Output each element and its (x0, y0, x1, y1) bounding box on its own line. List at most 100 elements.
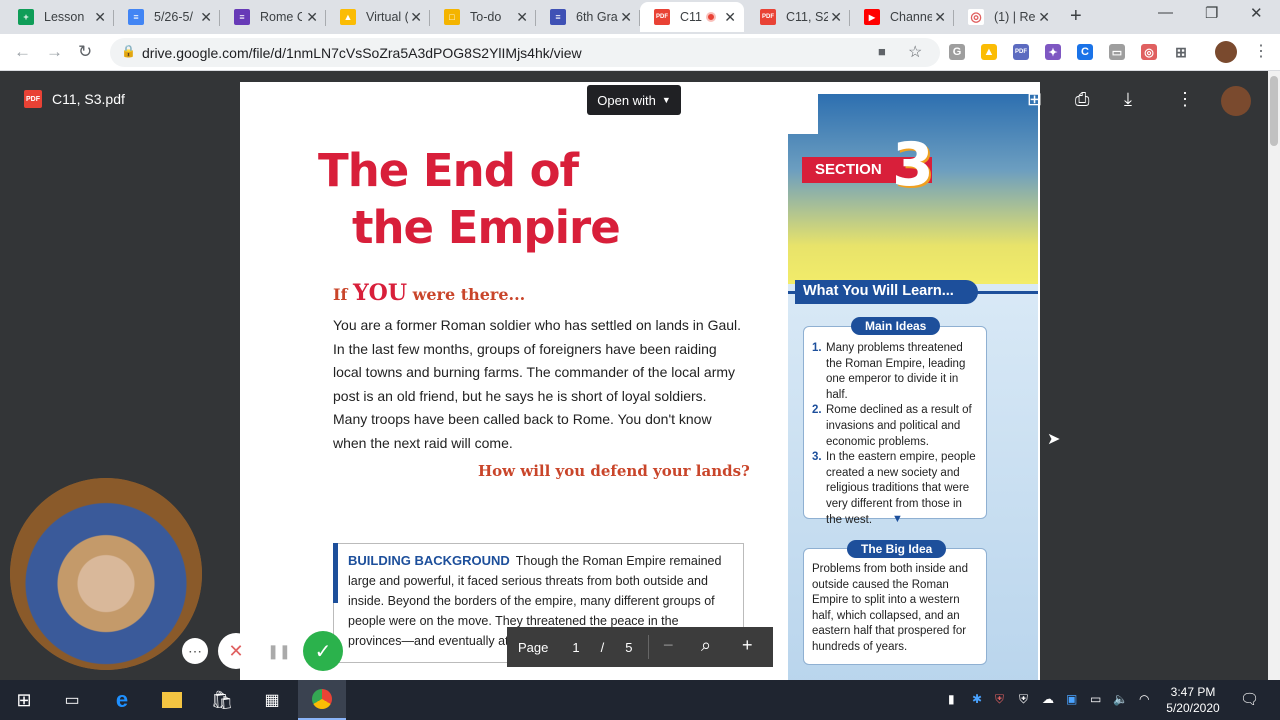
back-icon[interactable]: ← (14, 42, 31, 62)
question-text: How will you defend your lands? (478, 462, 750, 480)
chevron-down-icon: ▼ (661, 95, 671, 105)
add-comment-icon[interactable]: ⊞ (1027, 89, 1042, 110)
zoom-icon[interactable]: ⌕ (701, 635, 711, 656)
apps-grid-icon[interactable]: ⊞ (1173, 44, 1189, 60)
main-ideas-box: 1. Many problems threatened the Roman Emp… (803, 326, 987, 526)
new-tab-icon[interactable]: + (1070, 5, 1082, 28)
if-suffix: were there... (412, 285, 526, 304)
tab-review[interactable]: ◎ (1) | Re ✕ (954, 2, 1058, 32)
tab-c11-s2[interactable]: PDF C11, S2 ✕ (746, 2, 850, 32)
main-ideas-label: Main Ideas (851, 317, 941, 335)
taskbar-clock[interactable]: 3:47 PM 5/20/2020 (1163, 684, 1223, 716)
close-tab-icon[interactable]: ✕ (620, 9, 632, 26)
drive-extension-icon[interactable]: ▲ (981, 44, 997, 60)
store-icon[interactable]: 🛍 (198, 680, 246, 720)
finish-recording-button[interactable]: ✓ (303, 631, 343, 671)
tab-6th-grade[interactable]: ≡ 6th Gra ✕ (536, 2, 640, 32)
battery-icon[interactable]: ▭ (1090, 692, 1101, 706)
bookmark-star-icon[interactable]: ☆ (908, 42, 922, 62)
down-arrow-icon: ▼ (892, 513, 903, 525)
c-extension-icon[interactable]: C (1077, 44, 1093, 60)
close-tab-icon[interactable]: ✕ (410, 9, 422, 26)
open-with-button[interactable]: Open with ▼ (587, 85, 681, 115)
shield-icon[interactable]: ⛨ (995, 692, 1004, 707)
banner-notch (788, 94, 818, 134)
tab-title: Lesson (44, 10, 85, 24)
chrome-menu-icon[interactable]: ⋮ (1253, 41, 1269, 61)
zoom-in-icon[interactable]: + (742, 635, 753, 656)
usb-icon[interactable]: ▮ (948, 692, 955, 706)
review-icon: ◎ (968, 9, 984, 25)
notification-icon[interactable]: 🗨 (1240, 690, 1259, 708)
url-text[interactable]: drive.google.com/file/d/1nmLN7cVsSoZra5A… (142, 45, 582, 61)
tab-docs[interactable]: ≡ 5/26-5/ ✕ (114, 2, 220, 32)
file-explorer-icon[interactable] (148, 680, 196, 720)
restore-icon[interactable]: ❐ (1205, 4, 1218, 22)
windows-start-icon[interactable]: ⊞ (0, 680, 48, 720)
close-window-icon[interactable]: ✕ (1250, 4, 1263, 22)
recording-icon (706, 12, 716, 22)
camera-icon[interactable]: ■ (878, 44, 886, 59)
if-prefix: If (333, 285, 348, 304)
profile-avatar[interactable] (1215, 41, 1237, 63)
tab-lesson[interactable]: + Lesson ✕ (4, 2, 114, 32)
more-options-icon[interactable]: ⋮ (1176, 89, 1194, 110)
page-separator: / (600, 639, 605, 655)
main-idea-item: 2. Rome declined as a result of invasions… (812, 404, 972, 448)
chrome-taskbar-icon[interactable] (298, 680, 346, 720)
network-app-icon[interactable]: ▣ (1066, 692, 1077, 706)
onedrive-icon[interactable]: ☁ (1042, 692, 1054, 706)
lock-icon: 🔒 (121, 44, 136, 58)
close-tab-icon[interactable]: ✕ (94, 9, 106, 26)
tab-title: (1) | Re (994, 10, 1036, 24)
tab-title: Rome C (260, 10, 302, 24)
zoom-out-icon[interactable]: − (663, 635, 674, 656)
close-tab-icon[interactable]: ✕ (934, 9, 946, 26)
print-icon[interactable]: ⎙ (1075, 89, 1089, 110)
tab-title: C11 (680, 10, 703, 24)
minimize-icon[interactable]: — (1158, 4, 1173, 21)
close-tab-icon[interactable]: ✕ (830, 9, 842, 26)
total-pages: 5 (625, 639, 633, 655)
more-controls-button[interactable]: ⋯ (182, 638, 208, 664)
page-title-line2: the Empire (352, 201, 621, 254)
download-icon[interactable]: ⤓ (1124, 89, 1132, 110)
volume-icon[interactable]: 🔈 (1113, 692, 1128, 706)
close-tab-icon[interactable]: ✕ (724, 9, 736, 26)
tab-youtube[interactable]: ▶ Channe ✕ (850, 2, 954, 32)
big-idea-text: Problems from both inside and outside ca… (812, 563, 968, 653)
screen-extension-icon[interactable]: ▭ (1109, 44, 1125, 60)
tab-todo[interactable]: □ To-do ✕ (430, 2, 536, 32)
windows-taskbar: ⊞ ▭ e 🛍 ▦ ▮ ✱ ⛨ ⛨ ☁ ▣ ▭ 🔈 ◠ 3:47 PM 5/20… (0, 680, 1280, 720)
close-tab-icon[interactable]: ✕ (200, 9, 212, 26)
forward-icon[interactable]: → (46, 42, 63, 62)
tab-drive[interactable]: ▲ Virtual ( ✕ (326, 2, 430, 32)
task-view-icon[interactable]: ▭ (48, 680, 96, 720)
intro-paragraph: You are a former Roman soldier who has s… (333, 317, 742, 451)
close-tab-icon[interactable]: ✕ (306, 9, 318, 26)
calculator-icon[interactable]: ▦ (248, 680, 296, 720)
scrollbar[interactable] (1268, 71, 1280, 680)
address-bar[interactable]: 🔒 drive.google.com/file/d/1nmLN7cVsSoZra… (110, 38, 940, 67)
pause-recording-button[interactable]: ❚❚ (261, 633, 297, 669)
tab-forms[interactable]: ≡ Rome C ✕ (220, 2, 326, 32)
cancel-recording-button[interactable]: ✕ (218, 633, 254, 669)
reload-icon[interactable]: ↻ (78, 42, 92, 62)
edge-icon[interactable]: e (98, 680, 146, 720)
close-tab-icon[interactable]: ✕ (516, 9, 528, 26)
tab-c11-active[interactable]: PDF C11 ✕ (640, 2, 744, 32)
scrollbar-thumb[interactable] (1270, 76, 1278, 146)
extension-g-icon[interactable]: G (949, 44, 965, 60)
wifi-icon[interactable]: ◠ (1139, 692, 1149, 706)
viewer-avatar[interactable] (1221, 86, 1251, 116)
file-title: PDF C11, S3.pdf (24, 90, 125, 108)
screencast-extension-icon[interactable]: ◎ (1141, 44, 1157, 60)
current-page-input[interactable]: 1 (572, 640, 579, 655)
close-tab-icon[interactable]: ✕ (1038, 9, 1050, 26)
bluetooth-icon[interactable]: ✱ (972, 692, 982, 706)
security-icon[interactable]: ⛨ (1019, 692, 1028, 707)
pdf-extension-icon[interactable]: PDF (1013, 44, 1029, 60)
page-label: Page (518, 639, 549, 655)
puzzle-extension-icon[interactable]: ✦ (1045, 44, 1061, 60)
tab-strip: + Lesson ✕ ≡ 5/26-5/ ✕ ≡ Rome C ✕ ▲ Virt… (0, 0, 1280, 34)
